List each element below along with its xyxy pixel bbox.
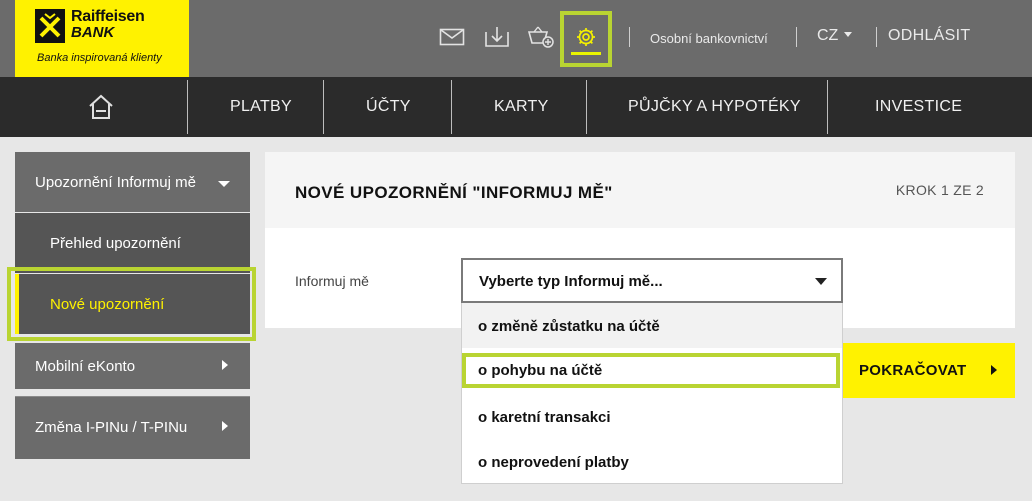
- home-icon[interactable]: [87, 93, 115, 121]
- logo-subname: BANK: [71, 24, 115, 41]
- form-header: NOVÉ UPOZORNĚNÍ "INFORMUJ MĚ" KROK 1 ZE …: [265, 152, 1015, 228]
- download-icon[interactable]: [484, 26, 510, 48]
- nav-divider: [451, 80, 452, 134]
- dropdown-option-zustatek[interactable]: o změně zůstatku na účtě: [462, 303, 842, 348]
- option-label: o karetní transakci: [478, 409, 611, 426]
- mail-icon[interactable]: [439, 26, 465, 48]
- chevron-right-icon: [222, 421, 228, 431]
- sidebar-item-zmena-pinu[interactable]: Změna I-PINu / T-PINu: [15, 397, 250, 459]
- dropdown-menu: o změně zůstatku na účtě o pohybu na účt…: [461, 303, 843, 484]
- logo-mark-icon: [35, 9, 65, 43]
- active-item-highlight: [7, 267, 256, 341]
- segment-link[interactable]: Osobní bankovnictví: [650, 31, 768, 47]
- sidebar-item-prehled[interactable]: Přehled upozornění: [15, 213, 250, 273]
- top-bar: Raiffeisen BANK Banka inspirovaná klient…: [0, 0, 1032, 77]
- logo-tagline: Banka inspirovaná klienty: [37, 52, 162, 64]
- nav-item-investice[interactable]: INVESTICE: [875, 98, 962, 116]
- continue-label: POKRAČOVAT: [859, 362, 967, 379]
- nav-divider: [586, 80, 587, 134]
- sidebar-section-label: Upozornění Informuj mě: [35, 174, 196, 191]
- nav-divider: [187, 80, 188, 134]
- dropdown-option-karetni[interactable]: o karetní transakci: [462, 394, 842, 439]
- select-value: Vyberte typ Informuj mě...: [479, 273, 663, 290]
- informuj-type-select[interactable]: Vyberte typ Informuj mě...: [461, 258, 843, 303]
- active-indicator: [571, 52, 601, 55]
- sidebar-item-label: Změna I-PINu / T-PINu: [35, 419, 188, 436]
- chevron-right-icon: [222, 360, 228, 370]
- main-nav: PLATBY ÚČTY KARTY PŮJČKY A HYPOTÉKY INVE…: [0, 77, 1032, 137]
- divider: [876, 27, 877, 47]
- informuj-field-label: Informuj mě: [295, 273, 369, 289]
- nav-divider: [827, 80, 828, 134]
- sidebar-section-informuj[interactable]: Upozornění Informuj mě: [15, 152, 250, 212]
- option-label: o neprovedení platby: [478, 454, 629, 471]
- sidebar-item-label: Mobilní eKonto: [35, 358, 136, 375]
- page-title: NOVÉ UPOZORNĚNÍ "INFORMUJ MĚ": [295, 183, 613, 202]
- option-highlight: [462, 353, 840, 388]
- chevron-down-icon: [815, 278, 827, 285]
- language-select[interactable]: CZ: [817, 27, 853, 44]
- logout-link[interactable]: ODHLÁSIT: [888, 28, 970, 44]
- language-label: CZ: [817, 27, 839, 44]
- bank-logo[interactable]: Raiffeisen BANK Banka inspirovaná klient…: [15, 0, 189, 77]
- dropdown-option-neprovedeni[interactable]: o neprovedení platby: [462, 439, 842, 484]
- divider: [796, 27, 797, 47]
- chevron-right-icon: [991, 365, 997, 375]
- continue-button[interactable]: POKRAČOVAT: [843, 343, 1015, 398]
- nav-item-pujcky[interactable]: PŮJČKY A HYPOTÉKY: [628, 98, 801, 116]
- chevron-down-icon: [844, 32, 853, 37]
- nav-item-karty[interactable]: KARTY: [494, 98, 549, 116]
- divider: [629, 27, 630, 47]
- nav-divider: [323, 80, 324, 134]
- sidebar-item-mobilni-ekonto[interactable]: Mobilní eKonto: [15, 343, 250, 389]
- gear-icon[interactable]: [573, 26, 599, 48]
- option-label: o změně zůstatku na účtě: [478, 318, 660, 335]
- logo-name: Raiffeisen: [71, 8, 145, 25]
- nav-item-platby[interactable]: PLATBY: [230, 98, 292, 116]
- step-indicator: KROK 1 ZE 2: [895, 182, 984, 198]
- chevron-down-icon: [218, 181, 230, 187]
- nav-item-ucty[interactable]: ÚČTY: [366, 98, 411, 116]
- basket-icon[interactable]: [528, 26, 554, 48]
- sidebar-item-label: Přehled upozornění: [50, 235, 181, 252]
